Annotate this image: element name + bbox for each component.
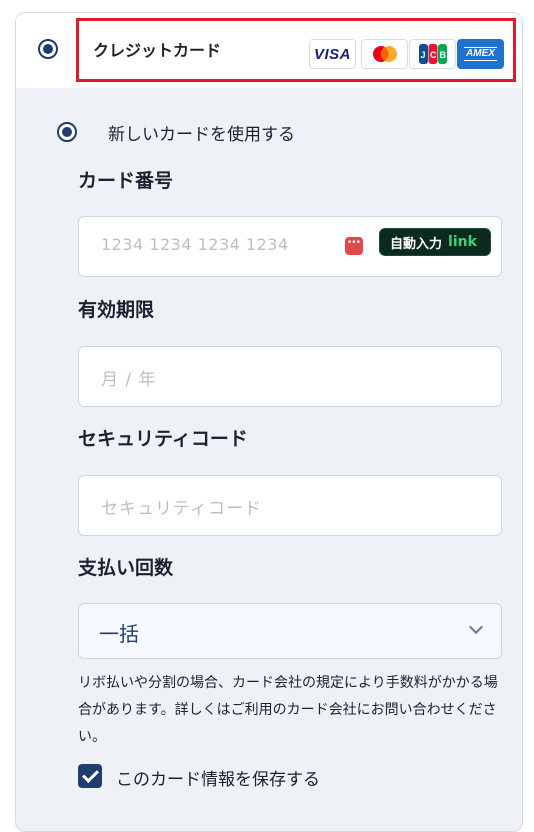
card-menu-icon[interactable] [345,237,363,255]
installments-value: 一括 [99,622,139,646]
link-autofill-button[interactable]: 自動入力 link [379,228,491,256]
mastercard-icon [361,39,408,69]
installments-label: 支払い回数 [78,557,174,579]
fee-note: リボ払いや分割の場合、カード会社の規定により手数料がかかる場合があります。詳しく… [78,675,498,745]
svg-text:B: B [439,50,446,60]
credit-card-label: クレジットカード [93,41,222,60]
jcb-icon: J C B [409,39,456,69]
credit-card-option[interactable]: クレジットカード VISA J C B AMEX [16,13,522,88]
new-card-radio[interactable] [57,122,77,142]
amex-icon: AMEX [457,39,504,69]
chevron-down-icon [468,619,484,635]
card-number-placeholder: 1234 1234 1234 1234 [101,235,289,254]
highlight-box: クレジットカード VISA J C B AMEX [76,18,516,82]
installments-select[interactable]: 一括 [78,603,502,659]
security-code-placeholder: セキュリティコード [101,499,262,519]
card-number-label: カード番号 [78,170,174,192]
save-card-label: このカード情報を保存する [116,770,320,790]
security-code-field[interactable]: セキュリティコード [78,475,502,536]
expiry-placeholder: 月 / 年 [101,370,157,390]
expiry-label: 有効期限 [78,299,155,321]
svg-text:C: C [430,50,437,60]
save-card-checkbox[interactable] [78,764,102,788]
expiry-field[interactable]: 月 / 年 [78,346,502,407]
credit-card-radio[interactable] [38,39,58,59]
card-number-field[interactable]: 1234 1234 1234 1234 自動入力 link [78,216,502,277]
new-card-label: 新しいカードを使用する [108,125,295,145]
visa-icon: VISA [309,39,356,69]
svg-text:J: J [420,50,425,60]
security-code-label: セキュリティコード [78,428,248,450]
payment-panel: クレジットカード VISA J C B AMEX 新しいカードを使用する カード… [15,12,523,832]
